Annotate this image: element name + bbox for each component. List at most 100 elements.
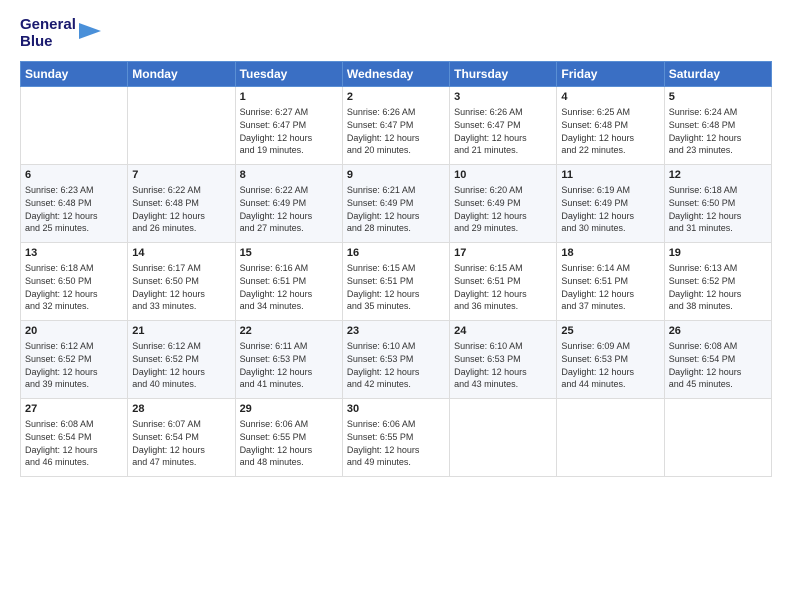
calendar-cell: 8Sunrise: 6:22 AMSunset: 6:49 PMDaylight… (235, 164, 342, 242)
calendar-cell: 24Sunrise: 6:10 AMSunset: 6:53 PMDayligh… (450, 320, 557, 398)
calendar-cell: 16Sunrise: 6:15 AMSunset: 6:51 PMDayligh… (342, 242, 449, 320)
calendar-cell: 28Sunrise: 6:07 AMSunset: 6:54 PMDayligh… (128, 398, 235, 476)
calendar-cell: 26Sunrise: 6:08 AMSunset: 6:54 PMDayligh… (664, 320, 771, 398)
calendar-cell (557, 398, 664, 476)
day-number: 7 (132, 168, 230, 183)
day-number: 28 (132, 402, 230, 417)
day-number: 21 (132, 324, 230, 339)
day-info: Sunrise: 6:20 AMSunset: 6:49 PMDaylight:… (454, 184, 552, 234)
day-info: Sunrise: 6:08 AMSunset: 6:54 PMDaylight:… (25, 418, 123, 468)
day-number: 5 (669, 90, 767, 105)
day-number: 29 (240, 402, 338, 417)
day-info: Sunrise: 6:09 AMSunset: 6:53 PMDaylight:… (561, 340, 659, 390)
col-header-wednesday: Wednesday (342, 61, 449, 86)
logo-line2: Blue (20, 33, 76, 50)
day-info: Sunrise: 6:22 AMSunset: 6:49 PMDaylight:… (240, 184, 338, 234)
day-info: Sunrise: 6:14 AMSunset: 6:51 PMDaylight:… (561, 262, 659, 312)
calendar-week-row: 1Sunrise: 6:27 AMSunset: 6:47 PMDaylight… (21, 86, 772, 164)
day-info: Sunrise: 6:18 AMSunset: 6:50 PMDaylight:… (669, 184, 767, 234)
calendar-cell: 13Sunrise: 6:18 AMSunset: 6:50 PMDayligh… (21, 242, 128, 320)
calendar-week-row: 13Sunrise: 6:18 AMSunset: 6:50 PMDayligh… (21, 242, 772, 320)
col-header-friday: Friday (557, 61, 664, 86)
day-number: 14 (132, 246, 230, 261)
day-number: 27 (25, 402, 123, 417)
calendar-cell: 3Sunrise: 6:26 AMSunset: 6:47 PMDaylight… (450, 86, 557, 164)
calendar-cell: 30Sunrise: 6:06 AMSunset: 6:55 PMDayligh… (342, 398, 449, 476)
day-info: Sunrise: 6:11 AMSunset: 6:53 PMDaylight:… (240, 340, 338, 390)
calendar-cell: 20Sunrise: 6:12 AMSunset: 6:52 PMDayligh… (21, 320, 128, 398)
day-number: 19 (669, 246, 767, 261)
day-number: 22 (240, 324, 338, 339)
calendar-cell: 2Sunrise: 6:26 AMSunset: 6:47 PMDaylight… (342, 86, 449, 164)
day-info: Sunrise: 6:12 AMSunset: 6:52 PMDaylight:… (132, 340, 230, 390)
calendar-cell: 14Sunrise: 6:17 AMSunset: 6:50 PMDayligh… (128, 242, 235, 320)
day-info: Sunrise: 6:06 AMSunset: 6:55 PMDaylight:… (347, 418, 445, 468)
calendar-cell: 4Sunrise: 6:25 AMSunset: 6:48 PMDaylight… (557, 86, 664, 164)
day-number: 12 (669, 168, 767, 183)
logo-line1: General (20, 16, 76, 33)
calendar-cell: 6Sunrise: 6:23 AMSunset: 6:48 PMDaylight… (21, 164, 128, 242)
day-info: Sunrise: 6:26 AMSunset: 6:47 PMDaylight:… (347, 106, 445, 156)
day-number: 15 (240, 246, 338, 261)
calendar-cell: 27Sunrise: 6:08 AMSunset: 6:54 PMDayligh… (21, 398, 128, 476)
col-header-tuesday: Tuesday (235, 61, 342, 86)
day-number: 16 (347, 246, 445, 261)
day-info: Sunrise: 6:15 AMSunset: 6:51 PMDaylight:… (347, 262, 445, 312)
day-number: 4 (561, 90, 659, 105)
calendar-cell: 7Sunrise: 6:22 AMSunset: 6:48 PMDaylight… (128, 164, 235, 242)
col-header-thursday: Thursday (450, 61, 557, 86)
day-number: 24 (454, 324, 552, 339)
calendar-cell: 11Sunrise: 6:19 AMSunset: 6:49 PMDayligh… (557, 164, 664, 242)
col-header-monday: Monday (128, 61, 235, 86)
day-number: 13 (25, 246, 123, 261)
calendar-cell: 22Sunrise: 6:11 AMSunset: 6:53 PMDayligh… (235, 320, 342, 398)
day-info: Sunrise: 6:15 AMSunset: 6:51 PMDaylight:… (454, 262, 552, 312)
calendar-cell: 25Sunrise: 6:09 AMSunset: 6:53 PMDayligh… (557, 320, 664, 398)
calendar-cell: 17Sunrise: 6:15 AMSunset: 6:51 PMDayligh… (450, 242, 557, 320)
day-number: 6 (25, 168, 123, 183)
calendar-cell: 18Sunrise: 6:14 AMSunset: 6:51 PMDayligh… (557, 242, 664, 320)
calendar-cell: 23Sunrise: 6:10 AMSunset: 6:53 PMDayligh… (342, 320, 449, 398)
logo-container: General Blue (20, 16, 101, 51)
calendar-header-row: SundayMondayTuesdayWednesdayThursdayFrid… (21, 61, 772, 86)
day-number: 23 (347, 324, 445, 339)
day-number: 18 (561, 246, 659, 261)
day-info: Sunrise: 6:10 AMSunset: 6:53 PMDaylight:… (347, 340, 445, 390)
day-number: 3 (454, 90, 552, 105)
day-info: Sunrise: 6:19 AMSunset: 6:49 PMDaylight:… (561, 184, 659, 234)
day-number: 1 (240, 90, 338, 105)
calendar-cell: 21Sunrise: 6:12 AMSunset: 6:52 PMDayligh… (128, 320, 235, 398)
day-info: Sunrise: 6:17 AMSunset: 6:50 PMDaylight:… (132, 262, 230, 312)
day-number: 30 (347, 402, 445, 417)
calendar-cell: 19Sunrise: 6:13 AMSunset: 6:52 PMDayligh… (664, 242, 771, 320)
calendar-cell: 29Sunrise: 6:06 AMSunset: 6:55 PMDayligh… (235, 398, 342, 476)
calendar-cell: 1Sunrise: 6:27 AMSunset: 6:47 PMDaylight… (235, 86, 342, 164)
calendar-cell (21, 86, 128, 164)
col-header-sunday: Sunday (21, 61, 128, 86)
day-number: 11 (561, 168, 659, 183)
calendar-cell: 15Sunrise: 6:16 AMSunset: 6:51 PMDayligh… (235, 242, 342, 320)
calendar-week-row: 20 Sunrise: 6:12 AMSunset: 6:52 PMDayligh… (21, 320, 772, 398)
header: General Blue (20, 16, 772, 51)
day-info: Sunrise: 6:16 AMSunset: 6:51 PMDaylight:… (240, 262, 338, 312)
day-number: 17 (454, 246, 552, 261)
col-header-saturday: Saturday (664, 61, 771, 86)
calendar: SundayMondayTuesdayWednesdayThursdayFrid… (20, 61, 772, 477)
day-info: Sunrise: 6:13 AMSunset: 6:52 PMDaylight:… (669, 262, 767, 312)
day-info: Sunrise: 6:23 AMSunset: 6:48 PMDaylight:… (25, 184, 123, 234)
calendar-cell: 9Sunrise: 6:21 AMSunset: 6:49 PMDaylight… (342, 164, 449, 242)
day-number: 20 (25, 324, 123, 339)
day-info: Sunrise: 6:07 AMSunset: 6:54 PMDaylight:… (132, 418, 230, 468)
day-number: 25 (561, 324, 659, 339)
day-number: 26 (669, 324, 767, 339)
calendar-cell: 5Sunrise: 6:24 AMSunset: 6:48 PMDaylight… (664, 86, 771, 164)
day-info: Sunrise: 6:24 AMSunset: 6:48 PMDaylight:… (669, 106, 767, 156)
day-info: Sunrise: 6:25 AMSunset: 6:48 PMDaylight:… (561, 106, 659, 156)
day-info: Sunrise: 6:26 AMSunset: 6:47 PMDaylight:… (454, 106, 552, 156)
calendar-cell: 10Sunrise: 6:20 AMSunset: 6:49 PMDayligh… (450, 164, 557, 242)
day-number: 8 (240, 168, 338, 183)
calendar-week-row: 6Sunrise: 6:23 AMSunset: 6:48 PMDaylight… (21, 164, 772, 242)
calendar-cell (664, 398, 771, 476)
day-info: Sunrise: 6:18 AMSunset: 6:50 PMDaylight:… (25, 262, 123, 312)
logo: General Blue (20, 16, 101, 51)
